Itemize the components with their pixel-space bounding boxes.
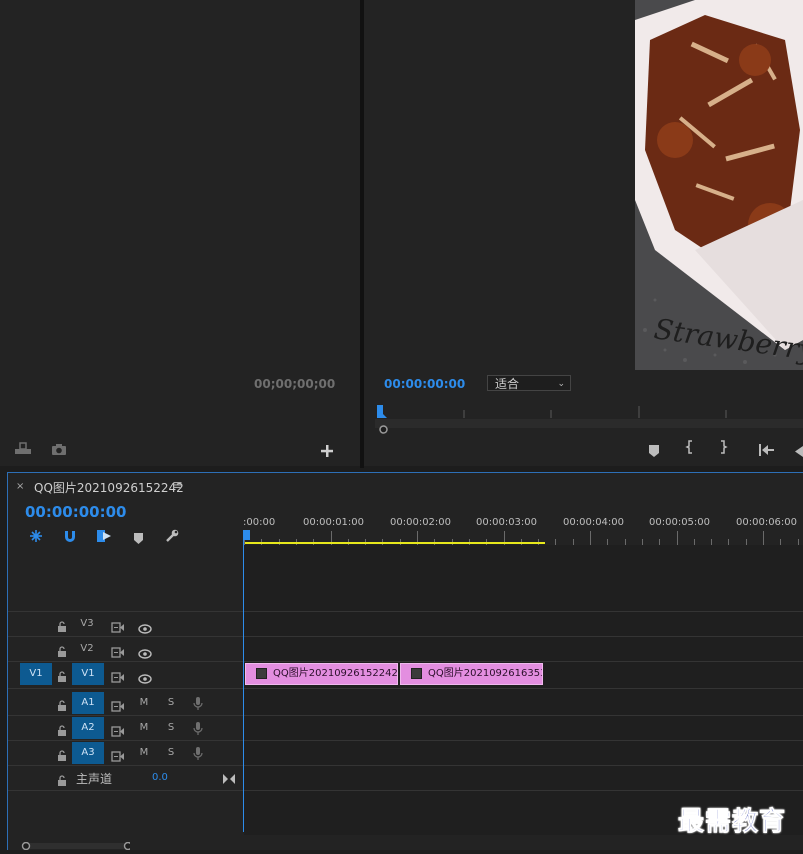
add-icon[interactable] xyxy=(321,442,333,457)
mute-button-a3[interactable]: M xyxy=(137,742,151,764)
program-playhead[interactable] xyxy=(377,404,387,418)
watermark-logo: 最需教育 xyxy=(678,807,787,838)
source-monitor xyxy=(0,0,360,466)
camera-icon[interactable] xyxy=(51,441,67,455)
timeline-playhead[interactable] xyxy=(243,530,244,832)
track-name-v1[interactable]: V1 xyxy=(72,663,104,685)
track-divider xyxy=(8,715,803,716)
program-ruler[interactable] xyxy=(375,400,803,418)
mute-button-a1[interactable]: M xyxy=(137,692,151,714)
playhead-handle[interactable] xyxy=(244,530,250,540)
nest-sequence-icon[interactable] xyxy=(29,528,43,542)
chevron-down-icon: ⌄ xyxy=(557,379,565,389)
ruler-label: :00:00 xyxy=(243,517,276,528)
sync-lock-icon[interactable] xyxy=(111,722,125,737)
sync-lock-icon[interactable] xyxy=(111,668,125,683)
source-patch-v1[interactable]: V1 xyxy=(20,663,52,685)
lock-icon[interactable] xyxy=(57,722,67,736)
track-divider xyxy=(8,740,803,741)
track-divider xyxy=(8,661,803,662)
sync-lock-icon[interactable] xyxy=(111,697,125,712)
track-name-a2[interactable]: A2 xyxy=(72,717,104,739)
track-area[interactable] xyxy=(244,545,803,835)
close-icon[interactable]: × xyxy=(16,481,24,492)
linked-selection-icon[interactable] xyxy=(96,528,112,542)
program-scroll-handle[interactable] xyxy=(379,419,388,434)
sync-lock-icon[interactable] xyxy=(111,747,125,762)
solo-button-a3[interactable]: S xyxy=(164,742,178,764)
snap-icon[interactable] xyxy=(63,528,77,542)
master-track-label: 主声道 xyxy=(76,772,113,786)
ruler-label: 00:00:04:00 xyxy=(563,517,625,528)
program-frame-image: Strawberry xyxy=(635,0,803,370)
ruler-label: 00:00:01:00 xyxy=(303,517,365,528)
timeline-timecode[interactable]: 00:00:00:00 xyxy=(25,503,127,521)
mark-in-icon[interactable] xyxy=(685,440,695,457)
fit-dropdown[interactable]: 适合 ⌄ xyxy=(487,375,571,391)
microphone-icon[interactable] xyxy=(193,721,203,735)
track-divider xyxy=(8,688,803,689)
mark-out-icon[interactable] xyxy=(718,440,728,457)
track-name-v2[interactable]: V2 xyxy=(76,638,98,660)
clip-name: QQ图片20210926152242.jp xyxy=(273,668,398,679)
timeline-marker-icon[interactable] xyxy=(134,529,143,544)
work-area-bar[interactable] xyxy=(245,542,545,544)
go-to-end-icon[interactable] xyxy=(223,769,235,784)
lock-icon[interactable] xyxy=(57,747,67,761)
sync-lock-icon[interactable] xyxy=(111,643,125,658)
eye-icon[interactable] xyxy=(138,669,152,684)
microphone-icon[interactable] xyxy=(193,746,203,760)
lock-icon[interactable] xyxy=(57,643,67,657)
lock-icon[interactable] xyxy=(57,772,67,786)
track-divider xyxy=(8,611,803,612)
clip-item[interactable]: QQ图片20210926152242.jp xyxy=(245,663,398,685)
program-timecode[interactable]: 00:00:00:00 xyxy=(384,377,465,391)
mute-button-a2[interactable]: M xyxy=(137,717,151,739)
ruler-label: 00:00:02:00 xyxy=(390,517,452,528)
ruler-label: 00:00:05:00 xyxy=(649,517,711,528)
timeline-zoom-scrollbar[interactable] xyxy=(18,835,133,851)
master-volume-value[interactable]: 0.0 xyxy=(152,772,168,783)
track-name-v3[interactable]: V3 xyxy=(76,613,98,635)
export-frame-icon[interactable] xyxy=(14,440,32,454)
lock-icon[interactable] xyxy=(57,697,67,711)
clip-item[interactable]: QQ图片20210926163536. xyxy=(400,663,543,685)
fx-badge-icon xyxy=(256,667,267,679)
lock-icon[interactable] xyxy=(57,618,67,632)
solo-button-a1[interactable]: S xyxy=(164,692,178,714)
lock-icon[interactable] xyxy=(57,668,67,682)
track-divider xyxy=(8,636,803,637)
tab-sequence[interactable]: QQ图片20210926152242 xyxy=(34,479,184,496)
wrench-icon[interactable] xyxy=(165,528,179,542)
eye-icon[interactable] xyxy=(138,619,152,634)
go-to-in-icon[interactable] xyxy=(759,441,775,456)
solo-button-a2[interactable]: S xyxy=(164,717,178,739)
source-timecode[interactable]: 00;00;00;00 xyxy=(254,377,335,391)
microphone-icon[interactable] xyxy=(193,696,203,710)
fx-badge-icon xyxy=(411,667,422,679)
program-zoom-scrollbar[interactable] xyxy=(375,419,803,428)
track-name-a3[interactable]: A3 xyxy=(72,742,104,764)
track-divider xyxy=(8,790,803,791)
clip-name: QQ图片20210926163536. xyxy=(428,668,542,679)
add-marker-icon[interactable] xyxy=(649,442,659,457)
track-name-a1[interactable]: A1 xyxy=(72,692,104,714)
track-divider xyxy=(8,765,803,766)
fit-dropdown-value: 适合 xyxy=(495,377,520,391)
ruler-label: 00:00:03:00 xyxy=(476,517,538,528)
sync-lock-icon[interactable] xyxy=(111,618,125,633)
step-back-icon[interactable] xyxy=(794,442,803,457)
eye-icon[interactable] xyxy=(138,644,152,659)
ruler-label: 00:00:06:00 xyxy=(736,517,798,528)
panel-menu-icon[interactable]: ≡ xyxy=(172,478,183,493)
